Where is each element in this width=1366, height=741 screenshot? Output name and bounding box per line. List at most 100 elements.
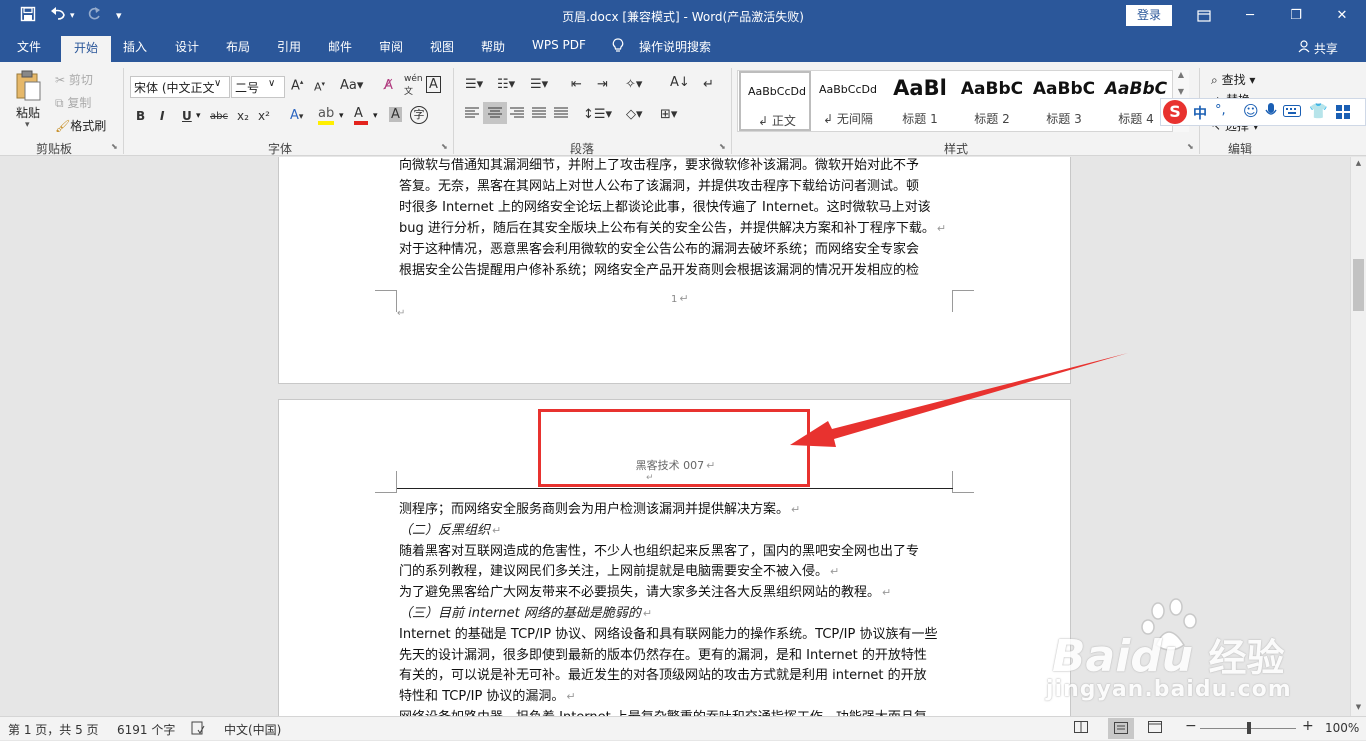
paragraph-line[interactable]: 根据安全公告提醒用户修补系统；网络安全产品开发商则会根据该漏洞的情况开发相应的检 bbox=[399, 259, 919, 278]
tab-file[interactable]: 文件 bbox=[17, 38, 41, 55]
paragraph-line[interactable]: 有关的，可以说是补无可补。最近发生的对各顶级网站的攻击方式就是利用 intern… bbox=[399, 664, 927, 683]
chevron-down-icon[interactable]: ∨ bbox=[214, 78, 221, 89]
paragraph-line[interactable]: Internet 的基础是 TCP/IP 协议、网络设备和具有联网能力的操作系统… bbox=[399, 623, 937, 642]
underline-button[interactable]: U bbox=[182, 109, 192, 123]
scroll-down-icon[interactable]: ▼ bbox=[1351, 703, 1366, 711]
document-area[interactable]: 向微软与借通知其漏洞细节，并附上了攻击程序，要求微软修补该漏洞。微软开始对此不予… bbox=[0, 157, 1350, 717]
zoom-out-button[interactable]: − bbox=[1185, 718, 1197, 734]
tab-mailings[interactable]: 邮件 bbox=[328, 38, 352, 55]
align-left-icon[interactable] bbox=[464, 106, 480, 123]
tab-home[interactable]: 开始 bbox=[61, 36, 112, 62]
chevron-down-icon[interactable]: ∨ bbox=[268, 78, 275, 89]
scroll-up-icon[interactable]: ▲ bbox=[1351, 159, 1366, 167]
style-heading-1[interactable]: AaBl 标题 1 bbox=[884, 71, 956, 131]
font-color-icon[interactable]: A bbox=[354, 106, 368, 125]
section-heading[interactable]: （三）目前 internet 网络的基础是脆弱的 ↵ bbox=[399, 602, 652, 621]
find-button[interactable]: ⌕ 查找 ▾ bbox=[1211, 71, 1255, 88]
keyboard-icon[interactable] bbox=[1283, 105, 1301, 120]
mic-icon[interactable] bbox=[1265, 102, 1277, 123]
strikethrough-button[interactable]: abc bbox=[210, 111, 228, 122]
ime-mode[interactable]: 中 bbox=[1193, 103, 1207, 123]
paste-dropdown-icon[interactable]: ▾ bbox=[25, 120, 30, 130]
justify-icon[interactable] bbox=[531, 106, 547, 123]
tab-design[interactable]: 设计 bbox=[175, 38, 199, 55]
format-painter-button[interactable]: 🖌格式刷 bbox=[55, 117, 106, 134]
shading-icon[interactable]: ◇▾ bbox=[626, 107, 643, 122]
style-heading-3[interactable]: AaBbC 标题 3 bbox=[1028, 71, 1100, 131]
increase-indent-icon[interactable]: ⇥ bbox=[597, 77, 608, 92]
skin-icon[interactable]: 👕 bbox=[1309, 102, 1328, 120]
cut-button[interactable]: ✂ 剪切 bbox=[55, 71, 93, 88]
style-heading-2[interactable]: AaBbC 标题 2 bbox=[956, 71, 1028, 131]
line-spacing-icon[interactable]: ↕☰▾ bbox=[583, 107, 612, 122]
paragraph-line[interactable]: 对于这种情况，恶意黑客会利用微软的安全公告公布的漏洞去破坏系统；而网络安全专家会 bbox=[399, 238, 919, 257]
char-border-icon[interactable]: A bbox=[426, 76, 441, 93]
tab-insert[interactable]: 插入 bbox=[123, 38, 147, 55]
close-button[interactable]: ✕ bbox=[1319, 0, 1365, 32]
vertical-scrollbar[interactable]: ▲ ▼ bbox=[1350, 157, 1366, 717]
zoom-level[interactable]: 100% bbox=[1325, 721, 1359, 735]
distributed-icon[interactable] bbox=[553, 106, 569, 123]
zoom-in-button[interactable]: + bbox=[1302, 718, 1314, 734]
proofing-icon[interactable] bbox=[191, 721, 205, 738]
font-launcher-icon[interactable]: ⬊ bbox=[441, 142, 448, 151]
tab-view[interactable]: 视图 bbox=[430, 38, 454, 55]
paragraph-line[interactable]: 时很多 Internet 上的网络安全论坛上都谈论此事，很快传遍了 Intern… bbox=[399, 196, 931, 215]
superscript-button[interactable]: x² bbox=[258, 109, 270, 123]
clear-formatting-icon[interactable]: A̸ bbox=[384, 78, 393, 93]
align-right-icon[interactable] bbox=[509, 106, 525, 123]
chinese-layout-icon[interactable]: ✧▾ bbox=[625, 77, 642, 92]
tell-me-search[interactable]: 操作说明搜索 bbox=[639, 38, 711, 55]
tab-layout[interactable]: 布局 bbox=[226, 38, 250, 55]
paragraph-line[interactable]: 先天的设计漏洞，很多即使到最新的版本仍然存在。更有的漏洞，是和 Internet… bbox=[399, 644, 927, 663]
grow-font-icon[interactable]: A▴ bbox=[291, 78, 303, 93]
font-color-dropdown-icon[interactable]: ▾ bbox=[373, 111, 378, 121]
clipboard-launcher-icon[interactable]: ⬊ bbox=[111, 142, 118, 151]
decrease-indent-icon[interactable]: ⇤ bbox=[571, 77, 582, 92]
paragraph-line[interactable]: bug 进行分析，随后在其安全版块上公布有关的安全公告，并提供解决方案和补丁程序… bbox=[399, 217, 946, 236]
tab-review[interactable]: 审阅 bbox=[379, 38, 403, 55]
page-count[interactable]: 第 1 页，共 5 页 bbox=[8, 721, 99, 738]
sogou-logo-icon[interactable]: S bbox=[1163, 100, 1187, 124]
zoom-slider-thumb[interactable] bbox=[1247, 722, 1251, 734]
chevron-down-icon[interactable]: ▼ bbox=[1173, 87, 1189, 96]
borders-icon[interactable]: ⊞▾ bbox=[660, 107, 677, 122]
phonetic-guide-icon[interactable]: wén 文 bbox=[404, 74, 423, 97]
highlight-dropdown-icon[interactable]: ▾ bbox=[339, 111, 344, 121]
enclose-char-icon[interactable]: 字 bbox=[410, 106, 428, 124]
tab-wps-pdf[interactable]: WPS PDF bbox=[532, 38, 586, 52]
shrink-font-icon[interactable]: A▾ bbox=[314, 80, 325, 94]
chevron-up-icon[interactable]: ▲ bbox=[1173, 70, 1189, 79]
share-button[interactable]: 共享 bbox=[1298, 40, 1338, 57]
paste-button[interactable]: 粘贴 bbox=[16, 104, 40, 121]
restore-button[interactable]: ❐ bbox=[1273, 0, 1319, 32]
style-normal[interactable]: AaBbCcDd ↲ 正文 bbox=[739, 71, 811, 131]
paragraph-line[interactable]: 随着黑客对互联网造成的危害性，不少人也组织起来反黑客了，国内的黑吧安全网也出了专 bbox=[399, 540, 919, 559]
font-size-combo[interactable]: 二号 bbox=[231, 76, 285, 98]
sort-icon[interactable]: A↓ bbox=[670, 75, 690, 90]
paragraph-line[interactable]: 答复。无奈，黑客在其网站上对世人公布了该漏洞，并提供攻击程序下载给访问者测试。顿 bbox=[399, 175, 919, 194]
print-layout-icon[interactable] bbox=[1108, 718, 1134, 739]
align-center-icon[interactable] bbox=[483, 102, 507, 124]
login-button[interactable]: 登录 bbox=[1126, 5, 1172, 26]
text-effects-icon[interactable]: A▾ bbox=[290, 108, 303, 123]
paste-icon[interactable] bbox=[14, 70, 42, 105]
styles-launcher-icon[interactable]: ⬊ bbox=[1187, 142, 1194, 151]
paragraph-line[interactable]: 向微软与借通知其漏洞细节，并附上了攻击程序，要求微软修补该漏洞。微软开始对此不予 bbox=[399, 157, 919, 173]
paragraph-line[interactable]: 特性和 TCP/IP 协议的漏洞。 ↵ bbox=[399, 685, 576, 704]
paragraph-launcher-icon[interactable]: ⬊ bbox=[719, 142, 726, 151]
numbering-icon[interactable]: ☷▾ bbox=[497, 77, 515, 92]
ime-punct[interactable]: °, bbox=[1215, 103, 1226, 118]
ribbon-display-icon[interactable] bbox=[1181, 0, 1227, 32]
multilevel-list-icon[interactable]: ☰▾ bbox=[530, 77, 548, 92]
section-heading[interactable]: （二）反黑组织 ↵ bbox=[399, 519, 501, 538]
copy-button[interactable]: ⧉ 复制 bbox=[55, 94, 91, 111]
underline-dropdown-icon[interactable]: ▾ bbox=[196, 111, 201, 121]
toolbox-icon[interactable] bbox=[1335, 104, 1351, 123]
paragraph-line[interactable]: 测程序；而网络安全服务商则会为用户检测该漏洞并提供解决方案。 ↵ bbox=[399, 498, 800, 517]
ime-toolbar[interactable]: S 中 °, ☺ 👕 bbox=[1160, 98, 1366, 126]
paragraph-line[interactable]: 为了避免黑客给广大网友带来不必要损失，请大家多关注各大反黑组织网站的教程。 ↵ bbox=[399, 581, 891, 600]
subscript-button[interactable]: x₂ bbox=[237, 109, 249, 123]
web-layout-icon[interactable] bbox=[1148, 721, 1162, 736]
paragraph-line[interactable]: 门的系列教程，建议网民们多关注，上网前提就是电脑需要安全不被入侵。 ↵ bbox=[399, 560, 839, 579]
